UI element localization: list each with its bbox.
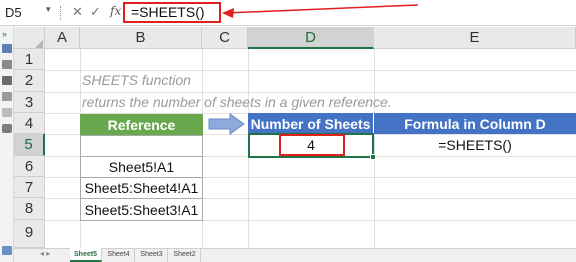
cancel-icon[interactable]: ✕ [72,4,83,20]
annotation-arrow [222,4,419,18]
column-header-b[interactable]: B [80,27,202,49]
note-line-1: SHEETS function [82,72,191,88]
reference-cell-b5[interactable] [80,135,203,157]
toolbar-icon-5[interactable] [2,108,12,117]
toolbar-icon-1[interactable] [2,44,12,53]
column-header-c[interactable]: C [202,27,248,49]
column-header-e[interactable]: E [374,27,576,49]
row-header-4[interactable]: 4 [14,113,45,134]
toolbar-icon-4[interactable] [2,92,12,101]
toolbar-icon-7[interactable] [2,246,12,255]
row-header-3[interactable]: 3 [14,92,45,113]
reference-cell-b8[interactable]: Sheet5:Sheet3!A1 [80,198,203,221]
toolbar-icon-3[interactable] [2,76,12,85]
enter-icon[interactable]: ✓ [90,4,101,20]
row-header-5[interactable]: 5 [14,134,45,156]
right-arrow-icon [208,113,245,135]
name-box-dropdown-icon[interactable]: ▾ [46,4,51,15]
row-header-6[interactable]: 6 [14,156,45,177]
insert-function-icon[interactable]: fx [110,4,121,18]
sheet-tab-sheet2[interactable]: Sheet2 [169,248,201,262]
formula-input[interactable]: =SHEETS() [123,2,221,23]
reference-cell-b7[interactable]: Sheet5:Sheet4!A1 [80,177,203,199]
row-header-8[interactable]: 8 [14,198,45,220]
select-all-triangle-icon [35,40,43,48]
sheet-tab-sheet3[interactable]: Sheet3 [136,248,168,262]
column-header-d[interactable]: D [248,27,374,49]
formula-text-cell-e5[interactable]: =SHEETS() [374,134,576,156]
reference-header[interactable]: Reference [80,114,203,135]
result-highlight-box [279,134,345,156]
toolbar-icon-2[interactable] [2,60,12,69]
sheet-tab-sheet4[interactable]: Sheet4 [103,248,135,262]
row-header-9[interactable]: 9 [14,220,45,248]
number-of-sheets-header[interactable]: Number of Sheets [248,113,374,134]
formula-in-column-d-header[interactable]: Formula in Column D [374,113,576,134]
tab-scroll-icon[interactable]: ◂ ▸ [40,249,50,258]
toolbar-icon-6[interactable] [2,124,12,133]
gridline [45,92,576,93]
row-header-1[interactable]: 1 [14,49,45,70]
fill-handle[interactable] [370,154,376,160]
row-header-2[interactable]: 2 [14,70,45,92]
note-line-2: returns the number of sheets in a given … [82,94,392,110]
reference-cell-b6[interactable]: Sheet5!A1 [80,156,203,178]
expand-icon[interactable]: » [2,30,12,39]
gridline [45,70,576,71]
formula-bar-separator [60,6,61,20]
sheet-tab-sheet5[interactable]: Sheet5 [70,248,102,262]
column-header-a[interactable]: A [45,27,80,49]
row-header-7[interactable]: 7 [14,177,45,198]
